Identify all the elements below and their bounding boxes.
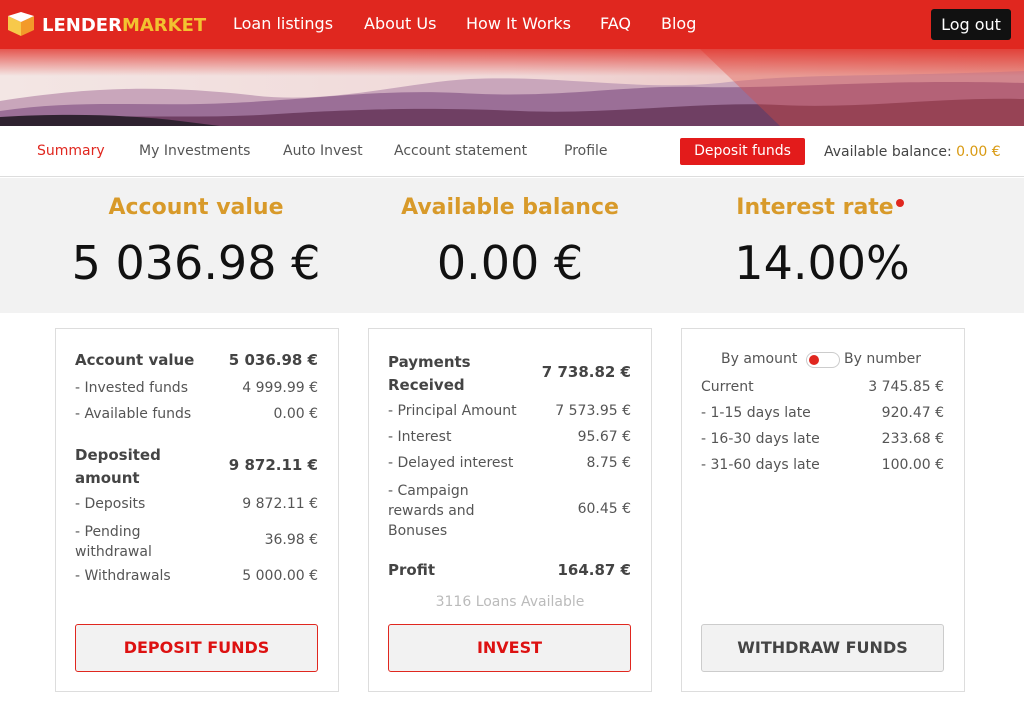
interest-rate-heading: Interest rate: [670, 195, 970, 220]
info-icon[interactable]: [895, 199, 904, 207]
tab-my-investments[interactable]: My Investments: [139, 143, 250, 159]
logout-button[interactable]: Log out: [931, 9, 1011, 40]
tab-profile[interactable]: Profile: [564, 143, 608, 159]
amount-number-toggle[interactable]: [806, 352, 840, 368]
nav-about-us[interactable]: About Us: [364, 14, 436, 33]
account-value-title: Account value: [108, 195, 284, 220]
invest-button[interactable]: INVEST: [388, 624, 631, 672]
card2-value: 8.75 €: [586, 455, 631, 471]
lendermarket-logo[interactable]: LENDERMARKET: [8, 12, 206, 38]
hero-banner: [0, 49, 1024, 126]
card1-value: 9 872.11 €: [228, 456, 318, 474]
card1-label: - Pending withdrawal: [75, 524, 152, 560]
card1-value: 0.00 €: [273, 406, 318, 422]
card1-value: 5 000.00 €: [242, 568, 318, 584]
card2-label: - Interest: [388, 429, 452, 445]
account-value-amount: 5 036.98 €: [71, 236, 321, 290]
deposit-funds-card-button[interactable]: DEPOSIT FUNDS: [75, 624, 318, 672]
card1-label: - Deposits: [75, 496, 146, 512]
available-balance-label: Available balance:: [824, 144, 957, 160]
card3-label: Current: [701, 379, 754, 395]
card1-label: - Available funds: [75, 406, 192, 422]
card1-value: 5 036.98 €: [228, 351, 318, 369]
card1-label: - Invested funds: [75, 380, 188, 396]
toggle-by-amount-label[interactable]: By amount: [721, 351, 797, 367]
tab-auto-invest[interactable]: Auto Invest: [283, 143, 363, 159]
card2-label: - Principal Amount: [388, 403, 517, 419]
card2-value: 7 738.82 €: [541, 363, 631, 381]
logo-mark-icon: [8, 12, 34, 38]
card2-value: 7 573.95 €: [555, 403, 631, 419]
card1-value: 9 872.11 €: [242, 496, 318, 512]
nav-faq[interactable]: FAQ: [600, 14, 631, 33]
card1-label: Account value: [75, 351, 195, 369]
card1-value: 36.98 €: [264, 532, 318, 548]
loans-available-count[interactable]: 3116 Loans Available: [369, 594, 651, 610]
nav-how-it-works[interactable]: How It Works: [466, 14, 571, 33]
card2-value: 164.87 €: [557, 561, 631, 579]
card2-value: 60.45 €: [577, 501, 631, 517]
card2-label: Profit: [388, 561, 435, 579]
nav-blog[interactable]: Blog: [661, 14, 696, 33]
toggle-by-number-label[interactable]: By number: [844, 351, 921, 367]
withdraw-funds-button[interactable]: WITHDRAW FUNDS: [701, 624, 944, 672]
available-balance-amount: 0.00 €: [436, 236, 584, 290]
card3-label: - 1-15 days late: [701, 405, 811, 421]
card1-label: - Withdrawals: [75, 568, 171, 584]
card1-label: Deposited amount: [75, 446, 161, 487]
tab-summary[interactable]: Summary: [37, 143, 105, 159]
card3-label: - 31-60 days late: [701, 457, 820, 473]
card2-value: 95.67 €: [577, 429, 631, 445]
card3-value: 3 745.85 €: [868, 379, 944, 395]
available-balance-indicator: Available balance: 0.00 €: [824, 144, 1001, 160]
available-balance-title: Available balance: [401, 195, 619, 220]
toggle-knob: [809, 355, 819, 365]
logo-text: LENDERMARKET: [42, 14, 207, 36]
deposit-funds-button[interactable]: Deposit funds: [680, 138, 805, 165]
card3-value: 233.68 €: [881, 431, 944, 447]
interest-rate-title: Interest rate: [736, 195, 894, 220]
nav-loan-listings[interactable]: Loan listings: [233, 14, 333, 33]
card3-value: 920.47 €: [881, 405, 944, 421]
card3-label: - 16-30 days late: [701, 431, 820, 447]
tab-account-statement[interactable]: Account statement: [394, 143, 527, 159]
available-balance-value: 0.00 €: [956, 144, 1001, 160]
interest-rate-amount: 14.00%: [734, 236, 910, 290]
card3-value: 100.00 €: [881, 457, 944, 473]
card2-label: - Delayed interest: [388, 455, 514, 471]
top-navigation-bar: LENDERMARKET Loan listings About Us How …: [0, 0, 1024, 49]
card2-label: - Campaign rewards and Bonuses: [388, 483, 475, 539]
card1-value: 4 999.99 €: [242, 380, 318, 396]
card2-label: Payments Received: [388, 353, 471, 394]
